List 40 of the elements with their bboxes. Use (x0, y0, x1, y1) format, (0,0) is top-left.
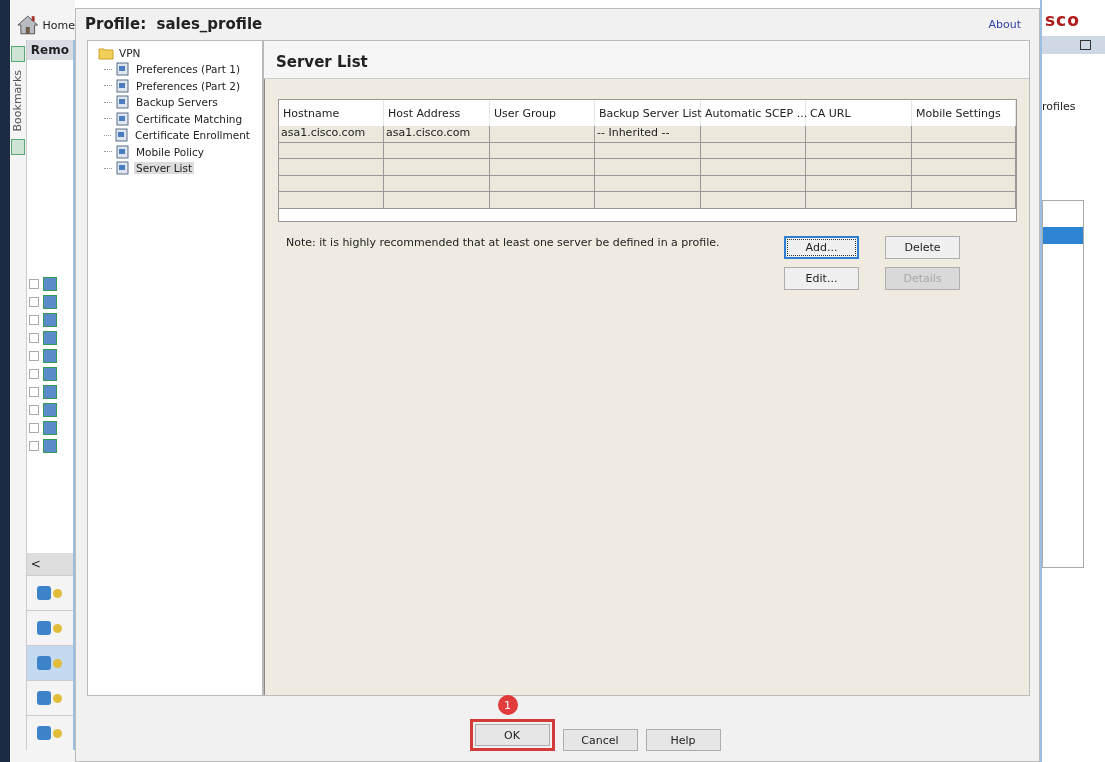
dialog-button[interactable]: Help (645, 729, 721, 751)
action-button[interactable]: Add... (784, 235, 859, 259)
step-badge: 1 (497, 695, 518, 715)
about-link[interactable]: About (988, 17, 1021, 31)
brand-logo: sco (1044, 10, 1081, 32)
tree-item[interactable]: Preferences (Part 2) (134, 79, 243, 92)
tree-item[interactable]: Mobile Policy (134, 145, 206, 158)
dialog-title: Profile: sales_profile (85, 15, 263, 33)
home-label[interactable]: Home (42, 18, 75, 32)
page-icon (115, 143, 131, 160)
bookmarks-tab[interactable]: Bookmarks (11, 70, 25, 132)
bookmark-icon[interactable] (10, 46, 25, 62)
tree-item[interactable]: Certificate Enrollment (133, 129, 252, 142)
folder-icon (98, 45, 114, 61)
tree-item[interactable]: Certificate Matching (134, 112, 245, 125)
table-cell: asa1.cisco.com (279, 126, 384, 143)
tree-item[interactable]: Backup Servers (134, 96, 220, 109)
navigation-icon[interactable] (26, 645, 73, 680)
table-cell: -- Inherited -- (595, 126, 701, 143)
page-icon (115, 160, 131, 177)
table-cell: asa1.cisco.com (384, 126, 490, 143)
maximize-icon[interactable] (1080, 40, 1091, 50)
action-button[interactable]: Delete (885, 235, 960, 259)
dialog-button[interactable]: OK (474, 724, 550, 746)
tree-item[interactable]: VPN (117, 47, 143, 59)
action-button[interactable]: Edit... (784, 266, 859, 290)
scroll-left-button[interactable]: < (26, 553, 73, 575)
page-icon (115, 94, 131, 111)
dialog-button[interactable]: Cancel (562, 729, 638, 751)
panel-header: Remo (26, 40, 73, 60)
bookmark-icon[interactable] (10, 139, 25, 156)
note-text: Note: it is highly recommended that at least one server be defined in a profile. (286, 235, 720, 251)
page-icon (115, 110, 131, 127)
side-text: rofiles (1042, 100, 1077, 113)
tree-item[interactable]: Preferences (Part 1) (134, 63, 243, 76)
page-icon (114, 127, 130, 144)
tree-item[interactable]: Server List (134, 162, 195, 175)
page-icon (115, 77, 131, 94)
page-icon (115, 61, 131, 78)
house-icon[interactable] (16, 14, 40, 36)
